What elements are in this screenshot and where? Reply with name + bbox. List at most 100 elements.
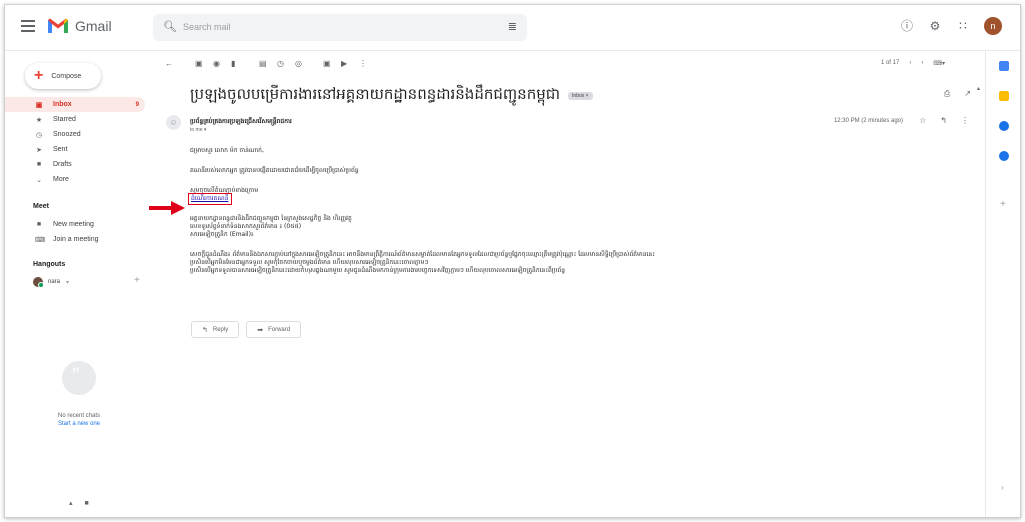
compose-plus-icon: + xyxy=(34,67,44,84)
join-meeting-button[interactable]: ⌨ Join a meeting xyxy=(5,232,153,247)
search-icon[interactable]: 🔍︎ xyxy=(163,20,177,33)
snooze-icon[interactable]: ◷ xyxy=(277,59,284,68)
gmail-m-icon xyxy=(48,18,68,33)
apps-grid-icon[interactable]: ∷ xyxy=(956,19,970,33)
sidebar-item-more[interactable]: ⌄ More xyxy=(5,172,153,187)
back-arrow-icon[interactable]: ← xyxy=(165,59,173,68)
chat-bubble-icon xyxy=(62,361,96,395)
label-icon[interactable]: ▶ xyxy=(341,59,347,68)
help-icon[interactable]: ⓘ xyxy=(900,19,914,33)
hangouts-section-title: Hangouts xyxy=(33,261,66,268)
hangouts-user[interactable]: nara ▾ xyxy=(33,277,69,288)
message-toolbar: ← ▣ ◉ ▮ ▤ ◷ ◎ ▣ ▶ ⋮ 1 of 17 ‹ › ⌨▾ xyxy=(153,51,985,77)
link-paragraph: សូមចុចលើតំណភ្ជាប់ខាងក្រោម ដំណើរការគណនី xyxy=(188,187,890,205)
sidebar-item-inbox[interactable]: ▣ Inbox 9 xyxy=(5,97,145,112)
scrollbar[interactable]: ▴ xyxy=(977,77,983,517)
calendar-icon[interactable] xyxy=(999,61,1009,71)
archive-icon[interactable]: ▣ xyxy=(195,59,203,68)
sidebar-item-label: Inbox xyxy=(53,101,72,108)
mail-nav: ▣ Inbox 9 ★ Starred ◷ Snoozed ➤ Sent ■ D… xyxy=(5,97,153,187)
sidebar-item-label: Starred xyxy=(53,116,76,123)
next-page-icon[interactable]: › xyxy=(921,60,923,67)
input-tools-icon[interactable]: ⌨▾ xyxy=(933,60,945,67)
search-bar[interactable]: 🔍︎ Search mail ≣ xyxy=(153,14,527,41)
reply-actions: ↰ Reply ➡ Forward xyxy=(191,321,302,338)
gmail-logo[interactable]: Gmail xyxy=(47,17,112,34)
chevron-down-icon: ⌄ xyxy=(36,176,42,184)
message-actions: ☆ ↰ ⋮ xyxy=(919,116,969,125)
tasks-icon[interactable] xyxy=(999,121,1009,131)
disclaimer-line: ប្រសិនបើអ្នកមិនមែនជាអ្នកទទួល សូមកុំចែកចា… xyxy=(190,259,429,266)
pager-text: 1 of 17 xyxy=(880,60,900,66)
settings-gear-icon[interactable]: ⚙ xyxy=(928,19,942,33)
top-bar: Gmail 🔍︎ Search mail ≣ ⓘ ⚙ ∷ n xyxy=(5,5,1020,51)
forward-button[interactable]: ➡ Forward xyxy=(246,321,302,338)
sidebar-item-starred[interactable]: ★ Starred xyxy=(5,112,153,127)
no-chats-text: No recent chats xyxy=(57,413,101,419)
delete-icon[interactable]: ▮ xyxy=(231,59,235,68)
reply-label: Reply xyxy=(212,326,229,333)
meet-section-title: Meet xyxy=(33,203,49,210)
signature-line: សារអេឡិចត្រូនិក (Email)៖ xyxy=(190,231,254,238)
reply-icon[interactable]: ↰ xyxy=(940,116,947,125)
print-icon[interactable]: ⎙ xyxy=(944,89,950,99)
add-task-icon[interactable]: ◎ xyxy=(295,59,302,68)
move-to-icon[interactable]: ▣ xyxy=(323,59,331,68)
inbox-label-chip[interactable]: Inbox × xyxy=(568,92,593,100)
top-right-controls: ⓘ ⚙ ∷ n xyxy=(900,17,1002,35)
star-icon[interactable]: ☆ xyxy=(919,116,926,125)
more-options-icon[interactable]: ⋮ xyxy=(359,59,367,68)
meet-nav: ■ New meeting ⌨ Join a meeting xyxy=(5,217,153,247)
reply-icon: ↰ xyxy=(202,326,208,334)
contacts-icon[interactable] xyxy=(999,151,1009,161)
open-new-window-icon[interactable]: ↗ xyxy=(964,89,971,99)
email-subject: ប្រឡងចូលបម្រើការងារនៅអគ្គនាយកដ្ឋានពន្ធដា… xyxy=(190,85,561,103)
compose-button[interactable]: + Compose xyxy=(25,63,101,89)
reply-button[interactable]: ↰ Reply xyxy=(191,321,240,338)
status-dropdown-icon[interactable]: ▾ xyxy=(66,279,69,286)
sidebar-item-label: Join a meeting xyxy=(53,236,99,243)
inbox-count: 9 xyxy=(135,101,139,108)
disclaimer-line: ប្រសិនបើអ្នកទទួលបានសារអេឡិចត្រូនិកនេះដោយ… xyxy=(190,267,566,274)
add-contact-icon[interactable]: + xyxy=(134,275,140,286)
sidebar-item-label: Sent xyxy=(53,146,68,153)
person-icon[interactable]: ▴ xyxy=(69,500,73,507)
new-meeting-button[interactable]: ■ New meeting xyxy=(5,217,153,232)
sidebar-item-label: Snoozed xyxy=(53,131,81,138)
subject-actions: ⎙ ↗ xyxy=(944,89,971,99)
menu-icon[interactable] xyxy=(21,20,35,32)
compose-label: Compose xyxy=(51,72,82,80)
mark-unread-icon[interactable]: ▤ xyxy=(259,59,267,68)
search-options-icon[interactable]: ≣ xyxy=(508,20,517,33)
subject-row: ប្រឡងចូលបម្រើការងារនៅអគ្គនាយកដ្ឋានពន្ធដា… xyxy=(190,85,593,107)
inbox-icon: ▣ xyxy=(35,101,43,109)
get-addons-icon[interactable]: + xyxy=(1000,199,1006,210)
search-input[interactable]: Search mail xyxy=(183,22,231,32)
send-icon: ➤ xyxy=(36,146,42,154)
account-avatar[interactable]: n xyxy=(984,17,1002,35)
sidebar-footer: ▴ ■ xyxy=(69,499,89,507)
signature-line: អគ្គនាយកដ្ឋានពន្ធដារនិងដឹកជញ្ជូនកម្ពុជា … xyxy=(190,215,352,222)
show-side-panel-icon[interactable]: › xyxy=(1001,483,1004,492)
more-vert-icon[interactable]: ⋮ xyxy=(961,116,969,125)
scroll-up-icon[interactable]: ▴ xyxy=(977,86,980,92)
keep-icon[interactable] xyxy=(999,91,1009,101)
keyboard-icon: ⌨ xyxy=(35,236,46,244)
report-spam-icon[interactable]: ◉ xyxy=(213,59,220,68)
activate-account-link[interactable]: ដំណើរការគណនី xyxy=(188,193,232,205)
sidebar-item-sent[interactable]: ➤ Sent xyxy=(5,142,153,157)
sender-name[interactable]: ប្រព័ន្ធគ្រប់គ្រងការប្រឡងជ្រើសរើសមន្ត្រី… xyxy=(190,117,292,126)
sender-avatar: ☺ xyxy=(166,115,181,130)
sidebar-item-snoozed[interactable]: ◷ Snoozed xyxy=(5,127,153,142)
recipient-details[interactable]: to me ▾ xyxy=(190,127,206,133)
prev-page-icon[interactable]: ‹ xyxy=(909,60,911,67)
sidebar-item-drafts[interactable]: ■ Drafts xyxy=(5,157,153,172)
email-timestamp: 12:30 PM (2 minutes ago) xyxy=(833,118,903,124)
no-chats-panel: No recent chats Start a new one xyxy=(5,361,153,427)
sidebar-item-label: Drafts xyxy=(53,161,72,168)
start-new-chat-link[interactable]: Start a new one xyxy=(5,421,153,427)
forward-icon: ➡ xyxy=(257,326,264,334)
body-paragraph: គណនីរបស់លោកអ្នក ត្រូវបានបង្កើតដោយជោគជ័យដ… xyxy=(190,167,359,174)
disclaimer: សេចក្តីជូនដំណឹង៖ ព័ត៌មាននិងឯកសារភ្ជាប់នៅ… xyxy=(190,251,890,275)
chat-icon[interactable]: ■ xyxy=(84,500,88,507)
